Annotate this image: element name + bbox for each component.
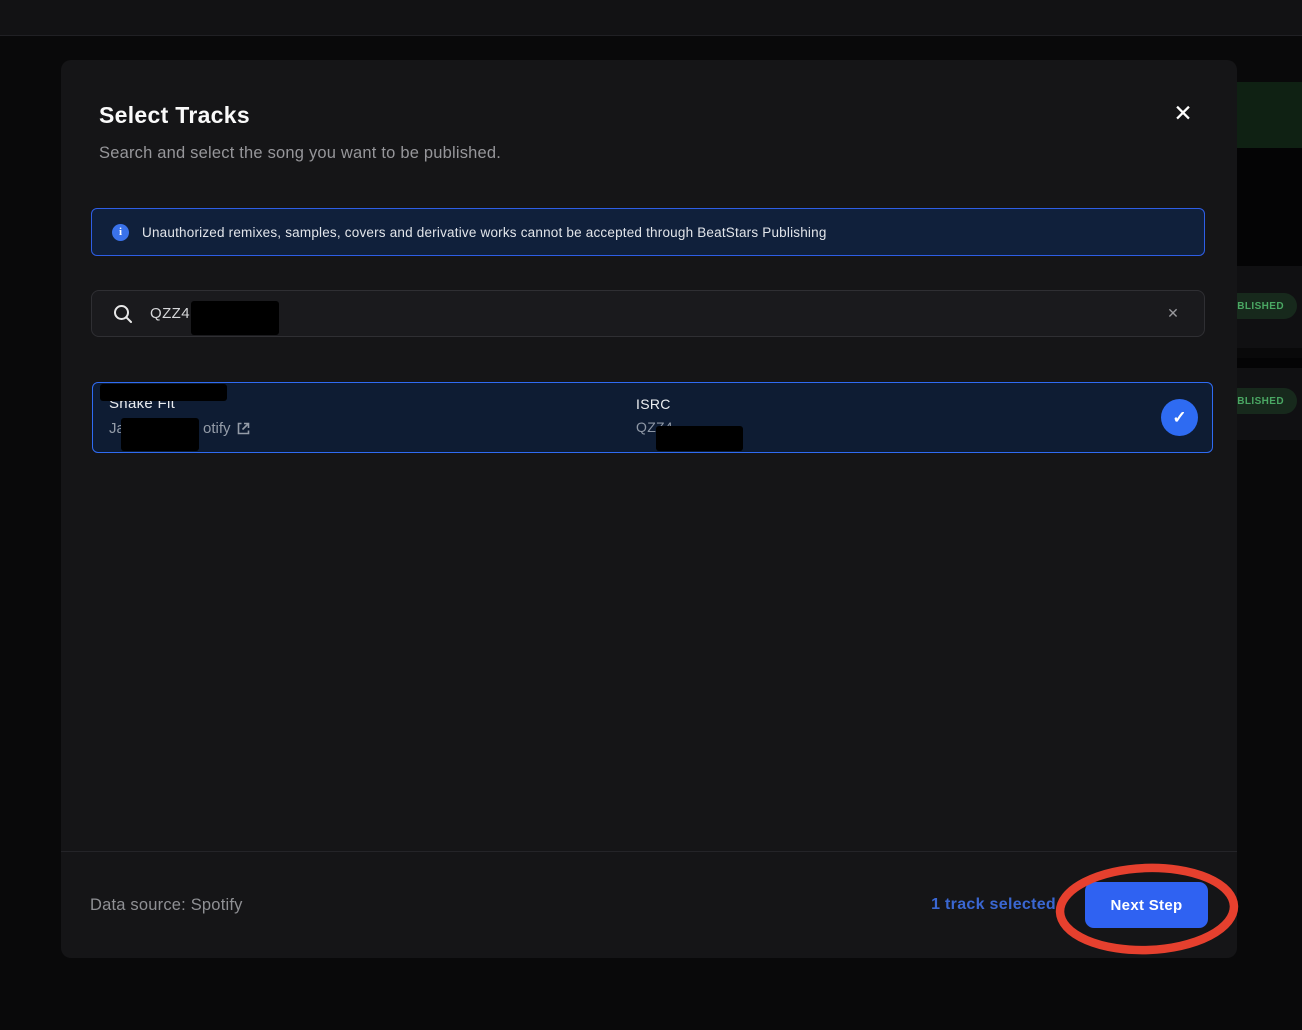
spotify-link[interactable]: otify xyxy=(203,420,250,437)
modal-footer: Data source: Spotify 1 track selected Ne… xyxy=(61,852,1237,958)
info-icon: i xyxy=(112,223,129,241)
isrc-label: ISRC xyxy=(636,396,671,412)
search-icon xyxy=(112,303,134,330)
data-source-label: Data source: Spotify xyxy=(90,895,243,914)
redaction-box xyxy=(100,384,227,401)
track-result-row[interactable]: Shake Fit Ja otify ISRC QZZ4 ✓ xyxy=(92,382,1213,453)
info-banner: i Unauthorized remixes, samples, covers … xyxy=(91,208,1205,256)
select-tracks-modal: Select Tracks Search and select the song… xyxy=(61,60,1237,958)
background-track-row: BLISHED xyxy=(1225,358,1302,440)
page-background: BLISHED BLISHED Select Tracks Search and… xyxy=(0,0,1302,1030)
background-dark-band xyxy=(1237,148,1302,266)
external-link-icon xyxy=(237,422,249,435)
background-success-banner xyxy=(1237,82,1302,148)
spotify-link-label: otify xyxy=(203,420,231,437)
background-track-row: BLISHED xyxy=(1225,266,1302,348)
published-badge-label: BLISHED xyxy=(1237,395,1284,407)
selection-count: 1 track selected xyxy=(931,896,1056,913)
top-bar xyxy=(0,0,1302,36)
redaction-box xyxy=(656,426,743,451)
close-icon[interactable]: ✕ xyxy=(1167,98,1199,130)
modal-subtitle: Search and select the song you want to b… xyxy=(99,144,502,162)
clear-search-icon[interactable]: ✕ xyxy=(1158,291,1188,336)
search-field: ✕ xyxy=(91,290,1205,337)
published-badge-label: BLISHED xyxy=(1237,300,1284,312)
redaction-box xyxy=(191,301,279,335)
search-input[interactable] xyxy=(150,291,1130,336)
info-banner-text: Unauthorized remixes, samples, covers an… xyxy=(142,224,827,240)
redaction-box xyxy=(121,418,199,451)
next-step-button[interactable]: Next Step xyxy=(1085,882,1208,928)
modal-title: Select Tracks xyxy=(99,102,250,128)
selected-check-icon[interactable]: ✓ xyxy=(1161,399,1198,436)
